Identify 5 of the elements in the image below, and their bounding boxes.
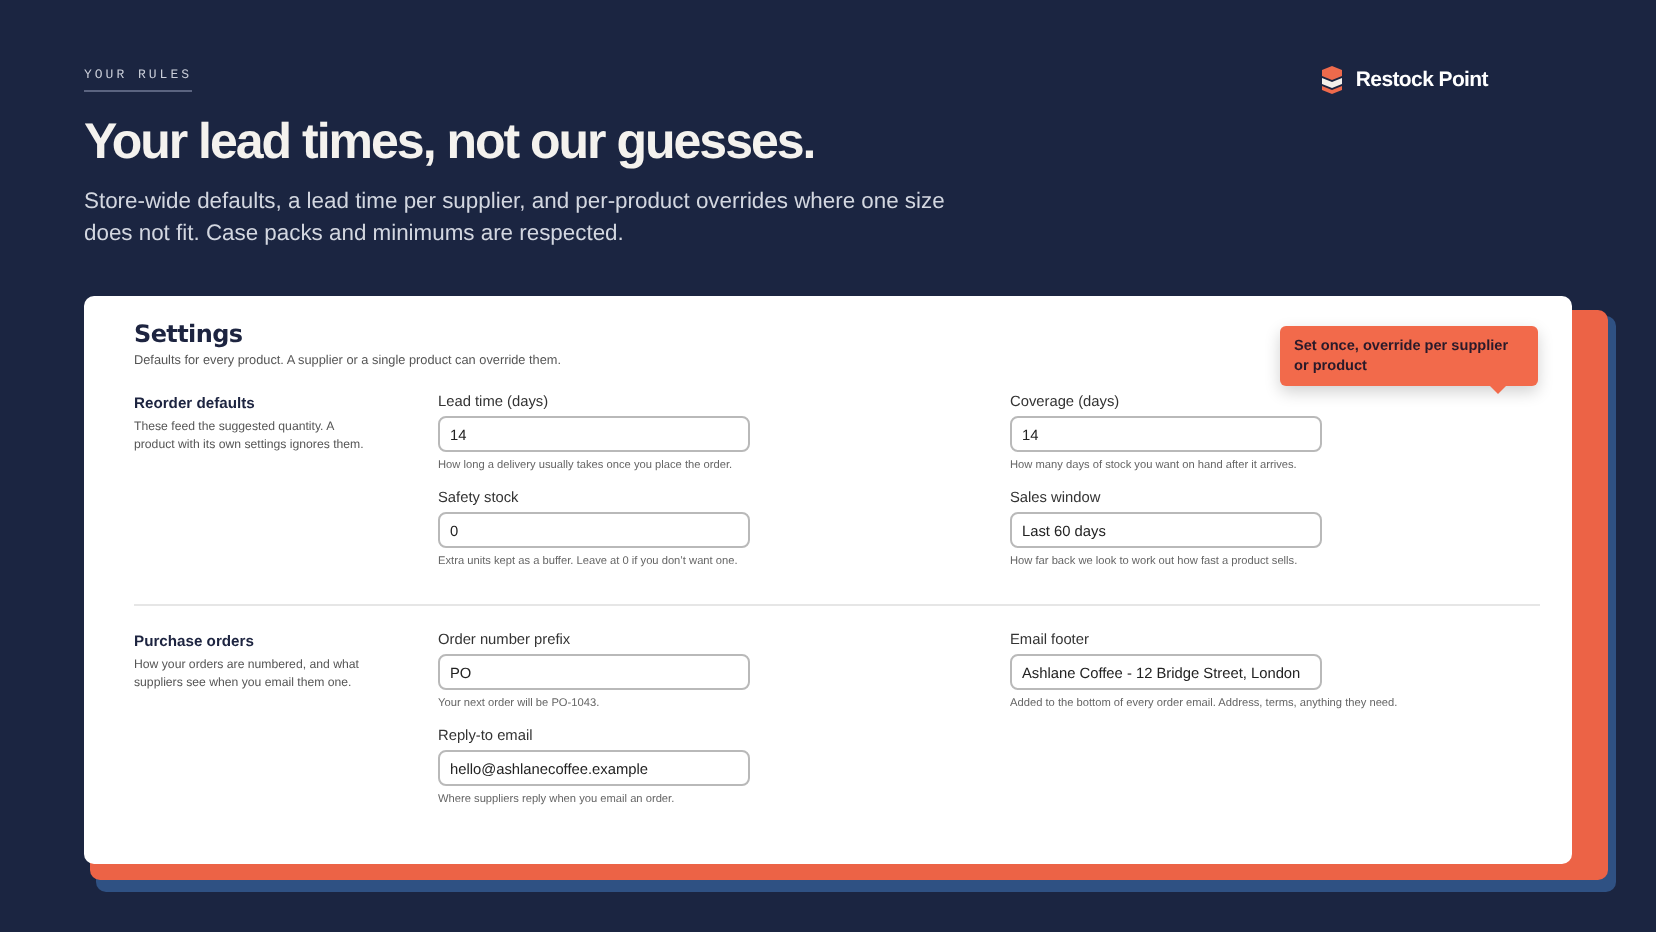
headline: Your lead times, not our guesses. <box>84 112 817 174</box>
intro-text: Store-wide defaults, a lead time per supplier, and per-product overrides where one size does not fit. Case packs and minimums are respected. <box>84 188 947 250</box>
card-title: Settings <box>134 320 243 348</box>
logo-icon <box>1319 66 1344 94</box>
brand-name: Restock Point <box>1355 68 1488 92</box>
